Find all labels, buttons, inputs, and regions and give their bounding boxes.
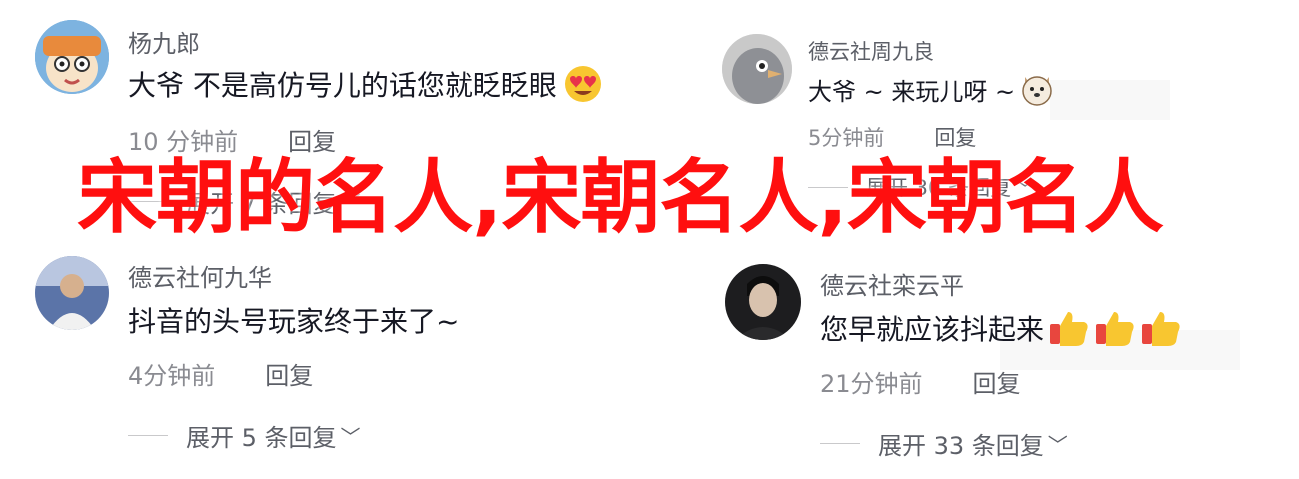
avatar[interactable] [722,34,792,104]
comment-text: 您早就应该抖起来 [820,308,1188,348]
comment-username[interactable]: 杨九郎 [128,24,200,59]
avatar[interactable] [35,20,109,94]
expand-replies-button[interactable]: 展开 5 条回复 ﹀ [128,418,361,453]
comment-text: 大爷 不是高仿号儿的话您就眨眨眼 [128,64,605,104]
reply-button[interactable]: 回复 [265,356,313,391]
comment-text: 大爷 ~ 来玩儿呀 ~ [808,72,1055,107]
comment-username[interactable]: 德云社栾云平 [820,266,964,301]
comment-meta: 5分钟前 回复 [808,122,976,152]
heart-eyes-emoji-icon [561,65,605,103]
overlay-title: 宋朝的名人,宋朝名人,宋朝名人 [77,151,1164,244]
reply-button[interactable]: 回复 [934,122,976,152]
person-avatar-icon [725,264,801,340]
divider-line [820,443,860,444]
comment-text: 抖音的头号玩家终于来了~ [128,300,459,340]
cartoon-avatar-icon [35,20,109,94]
comment-username[interactable]: 德云社周九良 [808,36,934,66]
avatar[interactable] [35,256,109,330]
avatar[interactable] [725,264,801,340]
thumbs-up-emoji-icon [1048,308,1188,348]
comment-text-body: 大爷 ~ 来玩儿呀 ~ [808,78,1016,106]
comment-text-body: 大爷 不是高仿号儿的话您就眨眨眼 [128,69,557,102]
expand-replies-label: 展开 33 条回复 [878,432,1044,460]
comment-time: 5分钟前 [808,126,885,150]
divider-line [128,435,168,436]
comment-time: 4分钟前 [128,362,216,390]
comment-meta: 4分钟前 回复 [128,356,313,391]
expand-replies-button[interactable]: 展开 33 条回复 ﹀ [820,426,1068,461]
comment-text-body: 抖音的头号玩家终于来了~ [128,305,460,338]
expand-replies-label: 展开 5 条回复 [186,424,337,452]
comment-time: 21分钟前 [820,370,923,398]
comment-meta: 21分钟前 回复 [820,364,1021,399]
dog-face-emoji-icon [1019,73,1055,107]
pigeon-avatar-icon [722,34,792,104]
person-avatar-icon [35,256,109,330]
watermark-block [1050,80,1170,120]
chevron-down-icon: ﹀ [1047,433,1068,457]
comment-username[interactable]: 德云社何九华 [128,258,272,293]
reply-button[interactable]: 回复 [973,364,1021,399]
comment-text-body: 您早就应该抖起来 [820,313,1045,346]
chevron-down-icon: ﹀ [340,425,361,449]
